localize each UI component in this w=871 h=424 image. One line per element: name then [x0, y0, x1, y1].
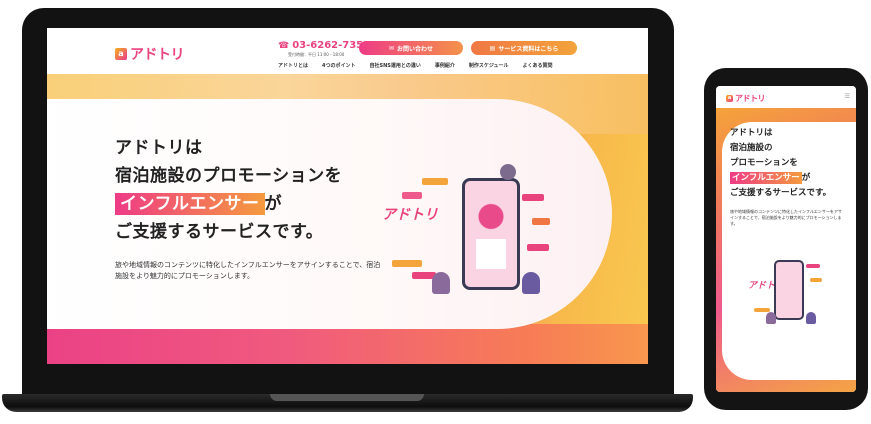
contact-button[interactable]: ✉ お問い合わせ	[359, 41, 463, 55]
person-sitting-icon	[806, 312, 816, 324]
chat-bubble-icon	[754, 308, 770, 312]
hero-line-4: ご支援するサービスです。	[115, 222, 324, 242]
chat-bubble-icon	[392, 260, 422, 267]
chat-bubble-icon	[402, 192, 422, 199]
chat-bubble-icon	[522, 194, 544, 201]
chat-bubble-icon	[527, 244, 549, 251]
hero-line-3: インフルエンサーが	[115, 190, 385, 218]
hero-copy: アドトリは 宿泊施設のプロモーションを インフルエンサーが ご支援するサービスで…	[115, 134, 385, 282]
chat-bubble-icon	[810, 278, 822, 282]
site-logo[interactable]: a アドトリ	[115, 44, 185, 64]
hero-line-3-suffix: が	[264, 194, 282, 214]
mobile-hero-illustration: アドトリ	[746, 254, 836, 334]
logo-mark-icon: a	[115, 48, 127, 60]
hero-line-1: アドトリは	[115, 138, 203, 158]
mobile-logo[interactable]: a アドトリ	[726, 93, 766, 104]
mobile-hero-line-3: プロモーションを	[730, 158, 798, 168]
mobile-hero-copy: アドトリは 宿泊施設の プロモーションを インフルエンサーが ご支援するサービス…	[730, 126, 845, 227]
mobile-hero-line-5: ご支援するサービスです。	[730, 188, 832, 198]
logo-mark-icon: a	[726, 95, 733, 102]
nav-item-difference[interactable]: 自社SNS運用との違い	[370, 62, 421, 69]
docs-button[interactable]: ▤ サービス資料はこちら	[471, 41, 577, 55]
phone-screen: a アドトリ ☰ アドトリは 宿泊施設の プロモーションを インフルエンサーが …	[716, 86, 856, 392]
document-icon: ▤	[489, 44, 496, 52]
phone-frame: a アドトリ ☰ アドトリは 宿泊施設の プロモーションを インフルエンサーが …	[704, 68, 868, 410]
nav-item-about[interactable]: アドトリとは	[278, 62, 308, 69]
nav-item-points[interactable]: 4つのポイント	[322, 62, 355, 69]
phone-number-row: ☎ 03-6262-7354	[278, 40, 370, 51]
hero-highlight: インフルエンサー	[115, 193, 265, 215]
mobile-header: a アドトリ ☰	[716, 86, 856, 108]
hamburger-menu-icon[interactable]: ☰	[845, 93, 850, 100]
mobile-hero-line-2: 宿泊施設の	[730, 143, 773, 153]
influencer-illustration	[471, 199, 511, 269]
smartphone-illustration	[774, 260, 804, 320]
site-header: a アドトリ ☎ 03-6262-7354 受付時間：平日 11:00 - 18…	[47, 28, 648, 74]
person-sitting-icon	[522, 272, 540, 294]
phone-hours: 受付時間：平日 11:00 - 18:00	[288, 52, 345, 57]
mobile-hero-highlight: インフルエンサー	[730, 172, 802, 184]
hero-line-2: 宿泊施設のプロモーションを	[115, 166, 343, 186]
smartphone-illustration	[462, 178, 520, 290]
hero-stripe-bottom	[47, 324, 648, 364]
docs-button-label: サービス資料はこちら	[498, 45, 559, 53]
phone-icon: ☎	[278, 40, 290, 51]
person-sitting-icon	[432, 272, 450, 294]
hero-illustration: アドトリ	[382, 164, 582, 304]
logo-text: アドトリ	[130, 47, 185, 63]
chat-bubble-icon	[532, 218, 550, 225]
mobile-hero-line-1: アドトリは	[730, 128, 773, 138]
person-laptop-icon	[500, 164, 516, 180]
hero-description: 旅や地域情報のコンテンツに特化したインフルエンサーをアサインすることで、宿泊施設…	[115, 261, 381, 280]
laptop-notch	[270, 394, 424, 401]
mobile-hero-line-4-suffix: が	[801, 173, 811, 183]
laptop-screen: a アドトリ ☎ 03-6262-7354 受付時間：平日 11:00 - 18…	[47, 28, 648, 364]
nav-item-cases[interactable]: 事例紹介	[435, 62, 455, 69]
chat-bubble-icon	[806, 264, 820, 268]
mobile-logo-text: アドトリ	[735, 94, 766, 103]
phone-contact[interactable]: ☎ 03-6262-7354 受付時間：平日 11:00 - 18:00	[278, 40, 370, 58]
nav-item-faq[interactable]: よくある質問	[523, 62, 553, 69]
main-nav: アドトリとは 4つのポイント 自社SNS運用との違い 事例紹介 制作スケジュール…	[278, 62, 553, 69]
logo-sticker: アドトリ	[382, 207, 438, 223]
mobile-hero-description: 旅や地域情報のコンテンツに特化したインフルエンサーをアサインすることで、宿泊施設…	[730, 209, 842, 226]
contact-button-label: お問い合わせ	[397, 45, 434, 53]
hero-section: アドトリは 宿泊施設のプロモーションを インフルエンサーが ご支援するサービスで…	[47, 74, 648, 364]
mobile-hero-line-4: インフルエンサーが	[730, 171, 845, 186]
person-sitting-icon	[766, 312, 776, 324]
mail-icon: ✉	[388, 44, 394, 52]
chat-bubble-icon	[422, 178, 448, 185]
nav-item-schedule[interactable]: 制作スケジュール	[469, 62, 509, 69]
